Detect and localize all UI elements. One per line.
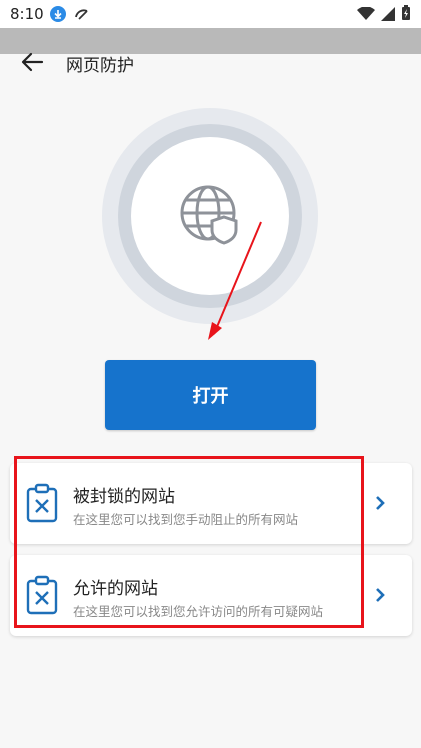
- open-button-label: 打开: [192, 386, 229, 407]
- app-bar: 网页防护: [0, 44, 421, 80]
- cellular-icon: [381, 6, 395, 25]
- status-bar: 8:10: [0, 0, 421, 28]
- allowed-sites-card[interactable]: 允许的网站 在这里您可以找到您允许访问的所有可疑网站: [10, 555, 412, 636]
- globe-shield-icon: [178, 183, 242, 247]
- signal-off-icon: [74, 6, 90, 26]
- clipboard-x-icon: [26, 575, 58, 615]
- status-time: 8:10: [10, 5, 44, 23]
- card-subtitle: 在这里您可以找到您允许访问的所有可疑网站: [73, 604, 324, 619]
- page-title: 网页防护: [66, 56, 134, 76]
- chevron-right-icon: [374, 585, 386, 605]
- chevron-right-icon: [374, 493, 386, 513]
- back-arrow-icon[interactable]: [18, 50, 46, 74]
- blocked-sites-card[interactable]: 被封锁的网站 在这里您可以找到您手动阻止的所有网站: [10, 463, 412, 544]
- card-title: 允许的网站: [73, 579, 158, 599]
- open-button[interactable]: 打开: [105, 360, 316, 430]
- download-icon: [50, 6, 66, 22]
- card-subtitle: 在这里您可以找到您手动阻止的所有网站: [73, 512, 299, 527]
- wifi-icon: [357, 5, 375, 25]
- clipboard-x-icon: [26, 483, 58, 523]
- battery-icon: [401, 5, 411, 25]
- card-title: 被封锁的网站: [73, 487, 175, 507]
